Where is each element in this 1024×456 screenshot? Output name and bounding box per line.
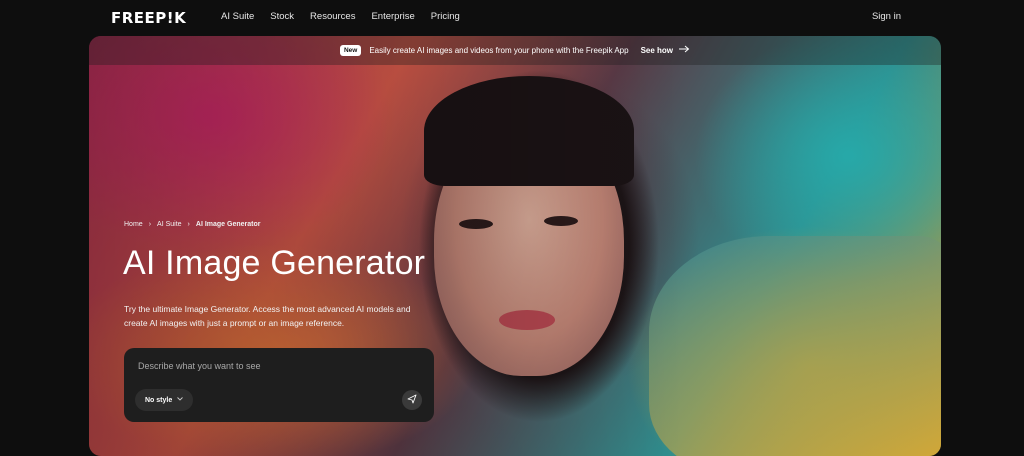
breadcrumb: Home › AI Suite › AI Image Generator bbox=[124, 221, 260, 228]
hero-banner: New Easily create AI images and videos f… bbox=[89, 36, 941, 456]
nav-stock[interactable]: Stock bbox=[270, 11, 294, 22]
page-title: AI Image Generator bbox=[123, 244, 426, 282]
arrow-right-icon[interactable] bbox=[679, 45, 690, 56]
breadcrumb-chevron-icon: › bbox=[148, 221, 152, 228]
announcement-text: Easily create AI images and videos from … bbox=[369, 46, 629, 55]
nav-enterprise[interactable]: Enterprise bbox=[371, 11, 414, 22]
breadcrumb-current: AI Image Generator bbox=[195, 221, 261, 228]
style-label: No style bbox=[145, 396, 173, 404]
nav-ai-suite[interactable]: AI Suite bbox=[221, 11, 254, 22]
freepik-logo[interactable]: FREEP!K bbox=[111, 9, 186, 27]
breadcrumb-chevron-icon: › bbox=[187, 221, 190, 228]
breadcrumb-home[interactable]: Home bbox=[124, 221, 143, 228]
hero-description: Try the ultimate Image Generator. Access… bbox=[124, 304, 411, 328]
style-dropdown[interactable]: No style bbox=[135, 389, 194, 411]
announcement-bar[interactable]: New Easily create AI images and videos f… bbox=[89, 36, 941, 65]
prompt-box: No style bbox=[124, 348, 434, 422]
chevron-down-icon bbox=[177, 397, 184, 403]
send-icon bbox=[407, 391, 417, 409]
breadcrumb-ai-suite[interactable]: AI Suite bbox=[157, 221, 182, 228]
prompt-input[interactable] bbox=[136, 360, 420, 372]
new-badge: New bbox=[339, 45, 362, 56]
nav-resources[interactable]: Resources bbox=[310, 11, 355, 22]
nav-pricing[interactable]: Pricing bbox=[431, 11, 460, 22]
see-how-link[interactable]: See how bbox=[641, 46, 673, 55]
top-navigation: FREEP!K AI Suite Stock Resources Enterpr… bbox=[0, 0, 1024, 36]
sign-in-link[interactable]: Sign in bbox=[872, 11, 901, 22]
main-nav: AI Suite Stock Resources Enterprise Pric… bbox=[221, 11, 476, 22]
send-button[interactable] bbox=[402, 390, 422, 410]
